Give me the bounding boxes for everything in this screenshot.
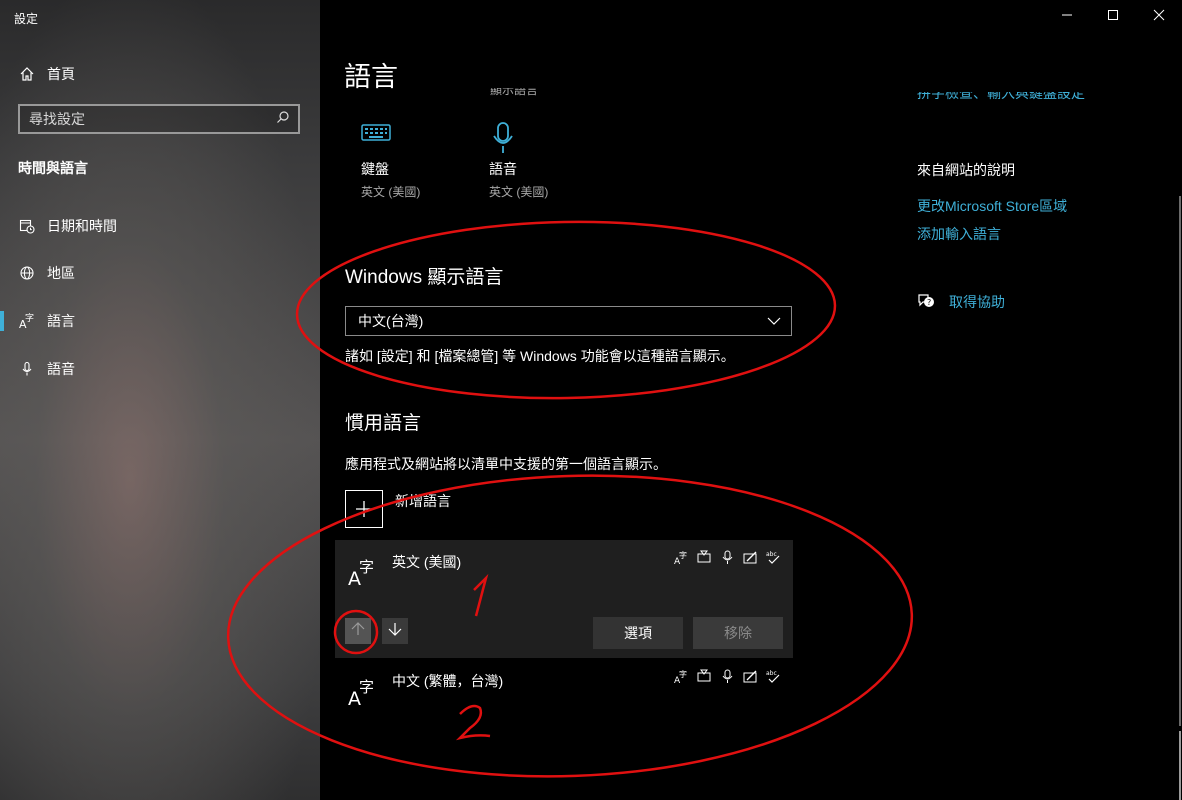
display-language-value: 中文(台灣) [358,313,424,329]
sidebar-item-label: 日期和時間 [47,218,117,234]
speech-recognition-feature-icon [720,669,735,684]
sidebar-item-label: 語音 [47,361,75,377]
remove-button: 移除 [693,617,783,649]
home-icon [17,64,37,84]
minimize-button[interactable] [1044,0,1090,34]
svg-text:abc: abc [766,670,777,677]
text-to-speech-feature-icon [697,669,712,684]
add-language-button[interactable]: 新增語言 [345,490,451,528]
chevron-down-icon [767,312,781,330]
sidebar-item-date-time[interactable]: 日期和時間 [0,206,320,246]
language-item-english[interactable]: A字 英文 (美國) A字 abc 選項 移除 [335,540,793,658]
text-to-speech-feature-icon [697,550,712,565]
svg-text:字: 字 [679,550,687,560]
add-language-label: 新增語言 [395,493,451,509]
microphone-icon [489,122,519,158]
keyboard-icon [361,124,391,148]
language-name: 中文 (繁體，台灣) [392,673,504,689]
window-title: 設定 [14,12,39,26]
language-item-chinese[interactable]: A字 中文 (繁體，台灣) A字 abc [335,660,793,720]
speech-tile[interactable]: 語音 英文 (美國) [489,122,579,200]
search-placeholder: 尋找設定 [29,111,85,127]
language-icon: A字 [17,311,37,331]
tile-name: 語音 [489,161,517,177]
move-up-button[interactable] [345,618,371,644]
display-language-heading: Windows 顯示語言 [345,267,504,288]
language-features: A字 abc [674,550,781,567]
speech-recognition-feature-icon [720,550,735,565]
tile-subtitle: 英文 (美國) [489,185,549,199]
display-language-select[interactable]: 中文(台灣) [345,306,792,336]
maximize-icon [1107,8,1119,26]
sidebar-item-region[interactable]: 地區 [0,253,320,293]
spellcheck-feature-icon: abc [766,550,781,565]
svg-text:字: 字 [25,312,34,324]
tile-name: 鍵盤 [361,161,389,177]
sidebar-item-label: 語言 [47,313,75,329]
search-icon[interactable] [276,110,290,129]
close-icon [1153,8,1165,26]
page-title: 語言 [344,62,398,92]
handwriting-feature-icon [743,550,758,565]
section-title: 時間與語言 [18,160,88,176]
move-down-button[interactable] [382,618,408,644]
language-glyph-icon: A字 [348,674,382,710]
microphone-icon [17,359,37,379]
scrollbar-thumb[interactable] [1179,731,1181,800]
options-button[interactable]: 選項 [593,617,683,649]
globe-icon [17,263,37,283]
preferred-languages-description: 應用程式及網站將以清單中支援的第一個語言顯示。 [345,456,667,472]
minimize-icon [1061,8,1073,26]
handwriting-feature-icon [743,669,758,684]
sidebar-item-speech[interactable]: 語音 [0,349,320,389]
sidebar-item-home[interactable]: 首頁 [0,54,320,94]
svg-text:abc: abc [766,551,777,558]
help-chat-icon: ? [917,293,935,312]
active-indicator [0,311,4,331]
change-store-region-link[interactable]: 更改Microsoft Store區域 [917,196,1067,216]
display-language-feature-icon: A字 [674,669,689,686]
spelling-typing-keyboard-link[interactable]: 拼字檢查、輸入與鍵盤設定 [917,92,1085,101]
keyboard-tile[interactable]: 鍵盤 英文 (美國) [361,122,451,200]
main-content: 語言 顯示語言 鍵盤 英文 (美國) 語音 英文 (美國) Windows 顯示… [320,0,1182,800]
sidebar: 設定 首頁 尋找設定 時間與語言 日期和時間 地區 A字 語言 語音 [0,0,320,800]
preferred-languages-heading: 慣用語言 [345,413,422,434]
get-help-link[interactable]: ? 取得協助 [917,292,1005,312]
arrow-down-icon [388,622,402,641]
tile-subtitle: 英文 (美國) [361,185,421,199]
close-button[interactable] [1136,0,1182,34]
display-language-feature-icon: A字 [674,550,689,567]
maximize-button[interactable] [1090,0,1136,34]
svg-text:字: 字 [359,558,374,576]
language-glyph-icon: A字 [348,554,382,590]
language-features: A字 abc [674,669,781,686]
arrow-up-icon [351,621,365,641]
help-heading: 來自網站的說明 [917,162,1015,178]
get-help-label: 取得協助 [949,294,1005,310]
add-input-language-link[interactable]: 添加輸入語言 [917,224,1001,244]
sidebar-item-label: 首頁 [47,66,75,82]
spellcheck-feature-icon: abc [766,669,781,684]
scrollbar-track [1179,196,1181,726]
svg-text:字: 字 [679,669,687,679]
search-input[interactable]: 尋找設定 [18,104,300,134]
scrollbar[interactable] [1176,196,1182,800]
plus-icon [345,490,383,528]
sidebar-item-label: 地區 [47,265,75,281]
sidebar-item-language[interactable]: A字 語言 [0,301,320,341]
calendar-clock-icon [17,216,37,236]
svg-text:?: ? [927,298,931,307]
language-name: 英文 (美國) [392,554,462,570]
svg-text:字: 字 [359,678,374,696]
display-language-cutoff-label: 顯示語言 [490,88,539,96]
display-language-description: 諸如 [設定] 和 [檔案總管] 等 Windows 功能會以這種語言顯示。 [345,348,735,364]
